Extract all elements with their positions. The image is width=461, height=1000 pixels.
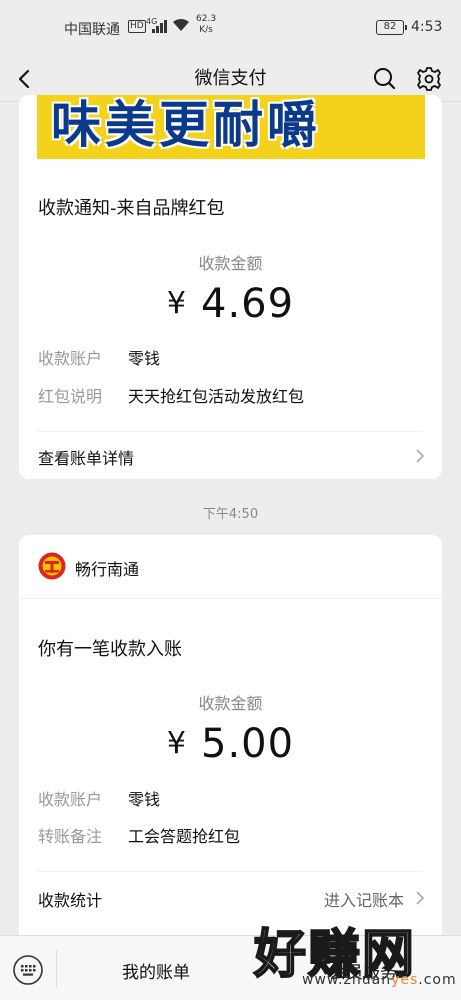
merchant-name: 畅行南通: [75, 560, 140, 579]
amount-value: ¥5.00: [19, 721, 442, 767]
watermark-url: www.zhuanyes.com: [302, 972, 457, 988]
brand-banner-image: 味美更耐嚼: [37, 95, 425, 159]
payment-stats-link[interactable]: 收款统计 进入记账本: [38, 887, 426, 911]
watermark-url-prefix: www.zhuan: [302, 972, 392, 988]
hd-badge: HD: [128, 20, 146, 33]
settings-button[interactable]: [414, 62, 444, 96]
detail-row: 红包说明 天天抢红包活动发放红包: [38, 383, 304, 407]
clock: 4:53: [411, 19, 443, 35]
watermark-url-suffix: .com: [418, 972, 457, 988]
open-ledger-label: 进入记账本: [323, 891, 404, 910]
amount-number: 4.69: [201, 281, 295, 327]
merchant-header[interactable]: 畅行南通: [19, 535, 442, 599]
incoming-payment-card[interactable]: 畅行南通 你有一笔收款入账 收款金额 ¥5.00 收款账户 零钱 转账备注 工会答题…: [19, 535, 442, 935]
amount-label: 收款金额: [198, 254, 263, 273]
detail-key: 红包说明: [38, 387, 103, 406]
my-bills-menu[interactable]: 我的账单: [58, 958, 254, 983]
detail-row: 收款账户 零钱: [38, 345, 160, 369]
view-bill-details-link[interactable]: 查看账单详情: [38, 445, 426, 469]
currency-symbol: ¥: [166, 286, 188, 321]
payment-stats-label: 收款统计: [38, 891, 103, 910]
detail-key: 收款账户: [38, 790, 103, 809]
speed-unit: K/s: [199, 25, 213, 35]
view-bill-details-label: 查看账单详情: [38, 449, 135, 468]
amount-value: ¥4.69: [19, 281, 442, 327]
site-watermark: 好赚网 www.zhuanyes.com: [250, 912, 461, 1000]
detail-row: 转账备注 工会答题抢红包: [38, 823, 240, 847]
detail-value: 零钱: [128, 790, 161, 809]
detail-row: 收款账户 零钱: [38, 786, 160, 810]
detail-key: 收款账户: [38, 349, 103, 368]
keyboard-icon: [13, 955, 43, 985]
amount-number: 5.00: [201, 721, 295, 767]
carrier-name: 中国联通: [64, 22, 120, 38]
gear-icon: [417, 67, 441, 91]
chevron-right-icon: [416, 449, 425, 463]
detail-key: 转账备注: [38, 827, 103, 846]
banner-text: 味美更耐嚼: [51, 96, 321, 154]
currency-symbol: ¥: [166, 726, 188, 761]
notice-heading: 收款通知-来自品牌红包: [38, 198, 225, 219]
network-speed: 62.3 K/s: [196, 14, 216, 36]
payment-notice-card[interactable]: 味美更耐嚼 收款通知-来自品牌红包 收款金额 ¥4.69 收款账户 零钱 红包说明…: [19, 95, 442, 479]
chevron-right-icon: [416, 891, 425, 905]
keyboard-toggle-button[interactable]: [12, 954, 44, 986]
divider: [56, 950, 57, 988]
message-timestamp: 下午4:50: [202, 507, 259, 522]
search-icon: [374, 68, 396, 90]
detail-value: 天天抢红包活动发放红包: [128, 387, 305, 406]
amount-label: 收款金额: [198, 694, 263, 713]
battery-icon: 82: [376, 20, 407, 35]
divider: [38, 871, 423, 872]
speed-value: 62.3: [196, 14, 217, 24]
wifi-icon: [172, 17, 190, 37]
detail-value: 工会答题抢红包: [128, 827, 241, 846]
detail-value: 零钱: [128, 349, 161, 368]
divider: [38, 431, 423, 432]
union-logo-icon: [38, 552, 66, 580]
watermark-url-highlight: yes: [391, 972, 419, 988]
search-button[interactable]: [370, 62, 400, 96]
signal-icon: [152, 19, 167, 33]
notice-heading: 你有一笔收款入账: [38, 639, 182, 660]
status-bar: 中国联通 HD 4G 62.3 K/s 82 4:53: [0, 0, 461, 56]
